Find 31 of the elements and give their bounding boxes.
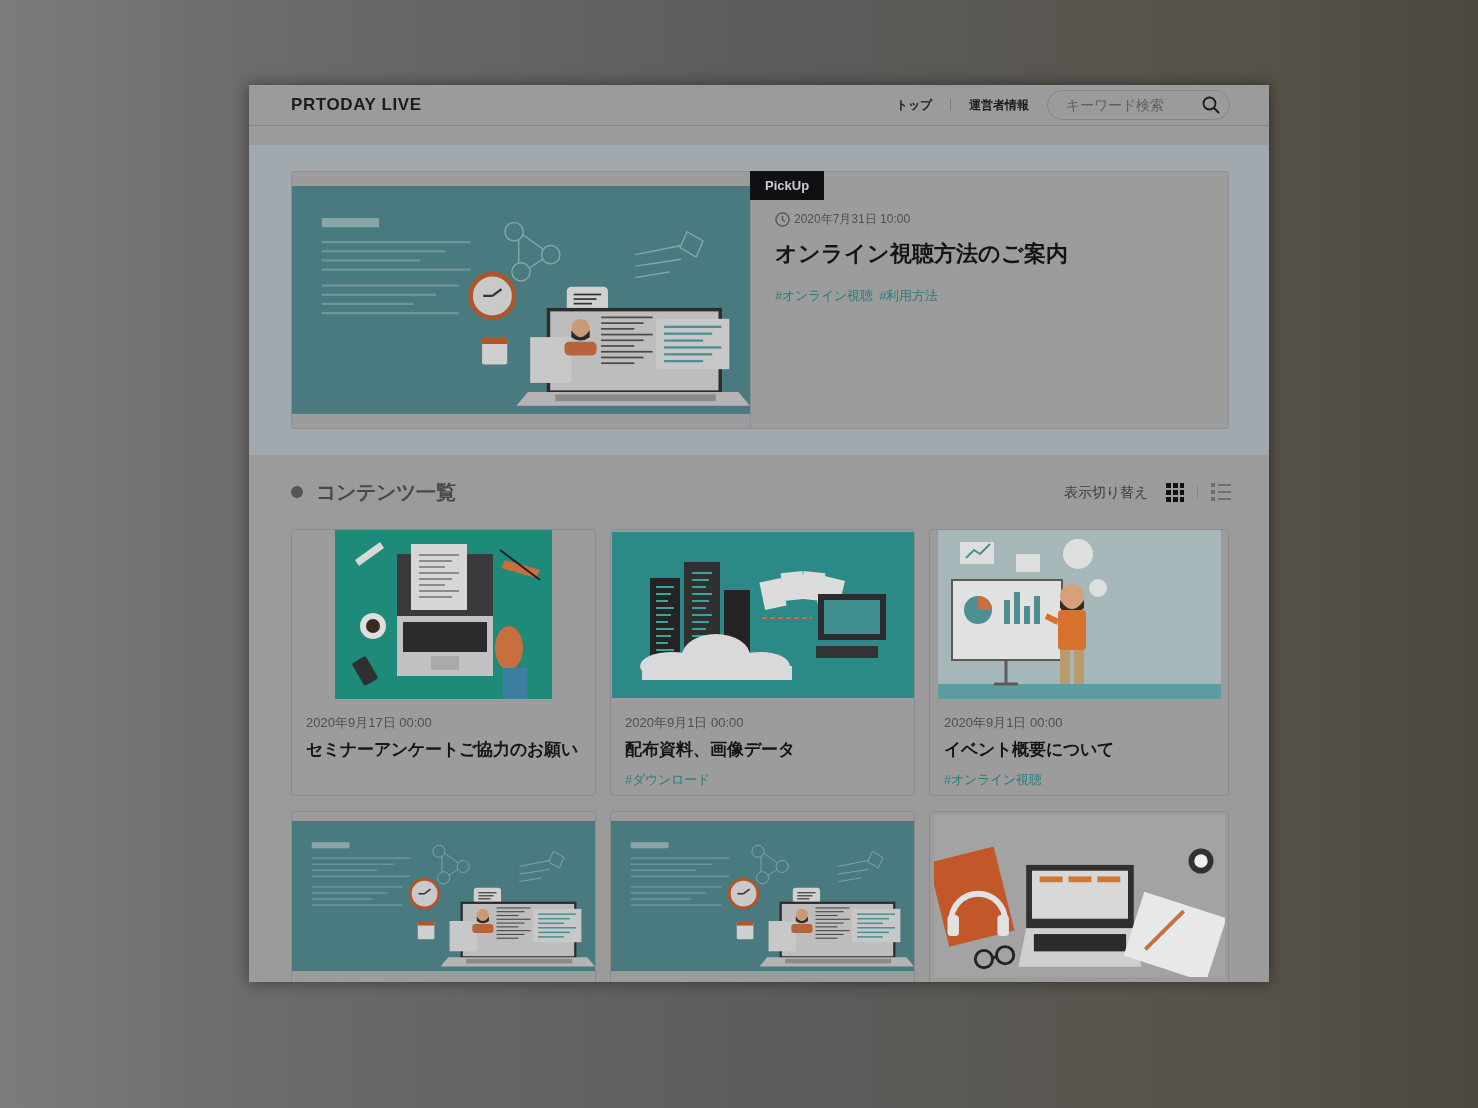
chart-bar (1023, 606, 1030, 624)
card-date: 2020年9月1日 00:00 (944, 714, 1064, 732)
pickup-date: 2020年7月31日 10:00 (794, 211, 911, 228)
pickup-card[interactable]: PickUp 2020年7月31日 10:00 オンライン視聴方法のご案内 #オンライン視聴 #利用方法 (291, 171, 1229, 429)
content-card[interactable]: 2020年9月1日 00:00 イベント概要について #オンライン視聴 (929, 529, 1229, 796)
pickup-title[interactable]: オンライン視聴方法のご案内 (775, 240, 1068, 269)
bubble-icon (1062, 539, 1093, 569)
search-icon[interactable] (1202, 96, 1220, 114)
chart-bar (1013, 592, 1020, 624)
view-toggle-label: 表示切り替え (1064, 482, 1148, 502)
nav-link[interactable]: 運営者情報 (969, 96, 1029, 114)
card-title[interactable]: イベント概要について (944, 738, 1214, 761)
content-card[interactable]: 2020年9月1日 00:00 配布資料、画像データ #ダウンロード (610, 529, 915, 796)
content-card[interactable]: 2020年9月17日 00:00 セミナーアンケートご協力のお願い (291, 529, 596, 796)
grid-view-icon[interactable] (1166, 482, 1184, 502)
chart-bar (1033, 596, 1040, 624)
bullet-dot-icon (291, 486, 303, 498)
site-logo[interactable]: PRTODAY LIVE (291, 92, 422, 118)
section-heading: コンテンツ一覧 (316, 480, 456, 505)
clock-icon (775, 211, 790, 227)
bubble-icon (1088, 579, 1107, 597)
note-card-icon (1015, 554, 1040, 572)
card-title[interactable]: セミナーアンケートご協力のお願い (306, 738, 581, 761)
card-date: 2020年9月1日 00:00 (625, 714, 745, 732)
pickup-badge: PickUp (750, 171, 825, 200)
card-title[interactable]: 配布資料、画像データ (625, 738, 900, 761)
nav-link[interactable]: トップ (896, 96, 932, 114)
search-field[interactable]: キーワード検索 (1047, 90, 1230, 120)
chart-bar (1003, 600, 1010, 624)
trend-card-icon (959, 542, 994, 564)
card-date: 2020年9月17日 00:00 (306, 714, 433, 732)
